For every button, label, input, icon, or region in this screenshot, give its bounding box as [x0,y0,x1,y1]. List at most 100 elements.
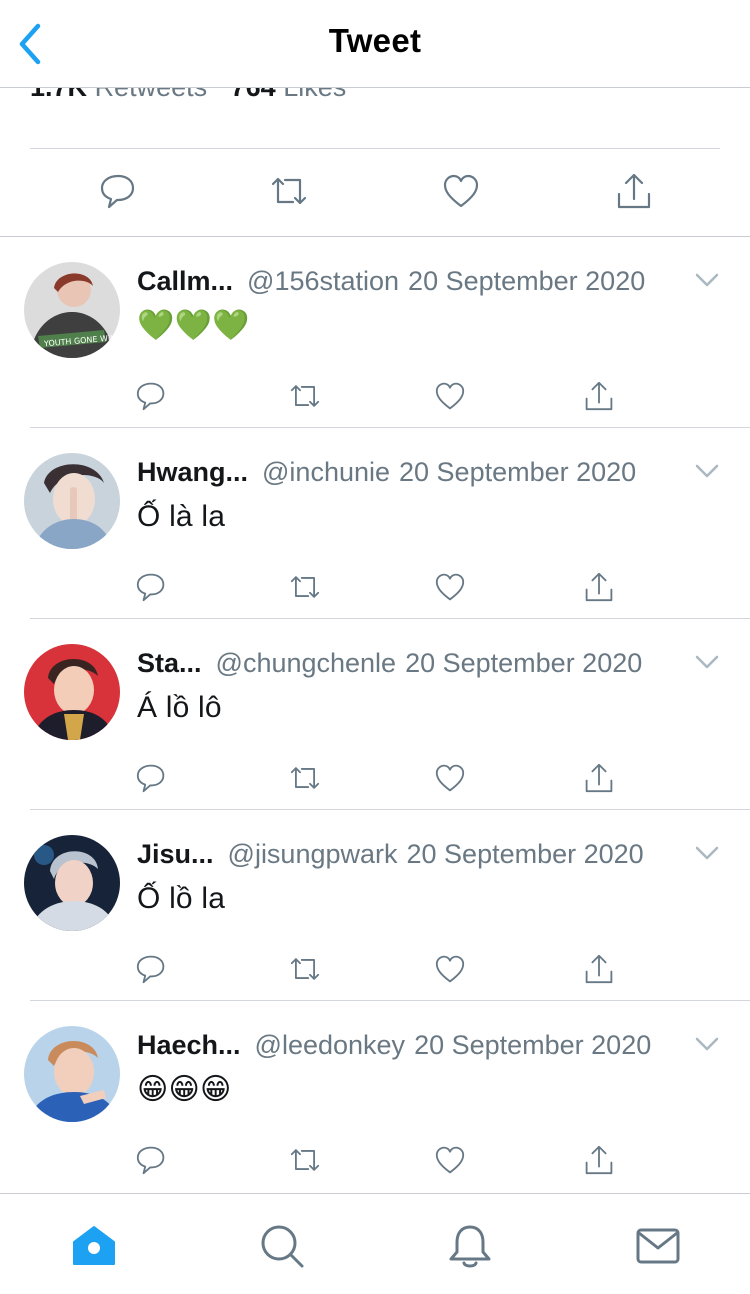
display-name[interactable]: Sta... [137,648,202,678]
heart-icon [435,573,465,601]
reply-action-bar [0,950,750,990]
reply-meta: Sta... @chungchenle 20 September 2020 [137,646,686,680]
reply-tweet[interactable]: YOUTH GONE WILD Callm... @156station 20 Se… [0,237,750,428]
reply-meta: Haech... @leedonkey 20 September 2020 [137,1028,686,1062]
heart-icon [435,764,465,792]
reply-tweet[interactable]: Hwang... @inchunie 20 September 2020 Ố là … [0,428,750,619]
share-button[interactable] [582,568,616,606]
reply-action-bar [0,568,750,608]
retweet-icon [290,767,320,789]
heart-icon [435,1146,465,1174]
share-button[interactable] [582,759,616,797]
reply-meta: Hwang... @inchunie 20 September 2020 [137,455,686,489]
reply-button[interactable] [98,168,138,214]
reply-tweet[interactable]: Jisu... @jisungpwark 20 September 2020 Ố l… [0,810,750,1001]
display-name[interactable]: Jisu... [137,839,214,869]
retweet-icon [290,385,320,407]
mail-icon [636,1228,680,1264]
retweet-button[interactable] [288,1141,322,1179]
reply-button[interactable] [134,950,168,988]
like-button[interactable] [433,568,467,606]
tab-notifications[interactable] [446,1222,494,1270]
reply-action-bar [0,1141,750,1181]
like-button[interactable] [433,377,467,415]
page-title: Tweet [328,22,422,59]
timestamp: 20 September 2020 [406,839,644,869]
share-icon [585,1145,613,1175]
home-icon [73,1226,115,1265]
reply-button[interactable] [134,1141,168,1179]
tweet-action-bar [0,168,750,218]
bell-icon [449,1225,491,1268]
chevron-down-icon[interactable] [694,462,720,480]
retweet-icon [290,576,320,598]
share-icon [585,381,613,411]
like-button[interactable] [441,168,481,214]
reply-tweet[interactable]: Sta... @chungchenle 20 September 2020 Á lồ… [0,619,750,810]
retweet-button[interactable] [288,568,322,606]
timestamp: 20 September 2020 [405,648,643,678]
reply-button[interactable] [134,377,168,415]
reply-button[interactable] [134,759,168,797]
heart-icon [443,174,479,208]
like-button[interactable] [433,1141,467,1179]
reply-button[interactable] [134,568,168,606]
retweet-icon [290,958,320,980]
heart-icon [435,382,465,410]
reply-icon [100,174,135,209]
chevron-down-icon[interactable] [694,1035,720,1053]
retweet-button[interactable] [288,377,322,415]
retweet-icon [290,1149,320,1171]
reply-action-bar [0,759,750,799]
avatar[interactable]: YOUTH GONE WILD [24,262,120,358]
retweet-button[interactable] [269,168,309,214]
avatar[interactable] [24,835,120,931]
like-button[interactable] [433,950,467,988]
like-button[interactable] [433,759,467,797]
reply-icon [136,573,165,602]
chevron-down-icon[interactable] [694,653,720,671]
user-handle[interactable]: @jisungpwark [228,839,398,869]
reply-icon [136,955,165,984]
reply-meta: Jisu... @jisungpwark 20 September 2020 [137,837,686,871]
reply-icon [136,382,165,411]
user-handle[interactable]: @156station [247,266,399,296]
reply-text: Á lồ lô [137,691,222,724]
reply-action-bar [0,377,750,417]
tab-search[interactable] [258,1222,306,1270]
reply-text: 💚💚💚 [137,309,250,342]
display-name[interactable]: Haech... [137,1030,241,1060]
reply-text: 😁😁😁 [137,1073,232,1106]
share-button[interactable] [614,168,654,214]
reply-text: Ố là la [137,500,226,533]
reply-icon [136,1146,165,1175]
avatar[interactable] [24,1026,120,1122]
timestamp: 20 September 2020 [414,1030,652,1060]
heart-icon [435,955,465,983]
user-handle[interactable]: @leedonkey [255,1030,406,1060]
tab-messages[interactable] [634,1222,682,1270]
avatar[interactable] [24,644,120,740]
user-handle[interactable]: @chungchenle [216,648,397,678]
tab-home[interactable] [70,1222,118,1270]
reply-meta: Callm... @156station 20 September 2020 [137,264,686,298]
share-button[interactable] [582,950,616,988]
retweet-button[interactable] [288,759,322,797]
share-icon [617,173,651,209]
display-name[interactable]: Hwang... [137,457,248,487]
chevron-down-icon[interactable] [694,844,720,862]
avatar[interactable] [24,453,120,549]
retweet-icon [271,177,307,205]
bottom-tab-bar [0,1193,750,1294]
share-button[interactable] [582,377,616,415]
share-button[interactable] [582,1141,616,1179]
reply-icon [136,764,165,793]
chevron-down-icon[interactable] [694,271,720,289]
display-name[interactable]: Callm... [137,266,233,296]
timestamp: 20 September 2020 [399,457,637,487]
top-navigation-bar: Tweet [0,0,750,88]
retweet-button[interactable] [288,950,322,988]
user-handle[interactable]: @inchunie [262,457,390,487]
reply-tweet[interactable]: Haech... @leedonkey 20 September 2020 😁😁😁 [0,1001,750,1192]
share-icon [585,763,613,793]
